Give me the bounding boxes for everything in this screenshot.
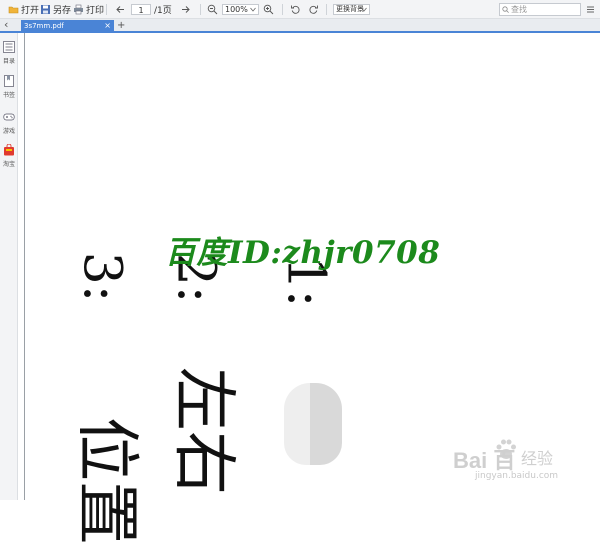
page-edge — [24, 33, 25, 500]
watermark-text: 百度ID:zhjr0708 — [165, 235, 441, 271]
change-background-select[interactable]: 更换背景 — [333, 4, 370, 15]
printer-icon — [74, 4, 83, 15]
rotate-right-icon — [309, 5, 318, 14]
rotate-left-button[interactable] — [290, 0, 301, 19]
page-total: /1页 — [154, 6, 172, 16]
sidebar-item-label: 书签 — [2, 92, 15, 99]
search-placeholder: 查找 — [511, 5, 527, 14]
document-line-5: 位置 — [69, 417, 143, 545]
toolbar-divider — [282, 4, 283, 15]
open-label: 打开 — [21, 6, 40, 16]
toolbar-divider — [326, 4, 327, 15]
search-icon — [502, 6, 509, 13]
folder-icon — [8, 6, 19, 14]
zoom-out-icon — [207, 4, 218, 15]
gamepad-icon — [3, 113, 15, 121]
sidebar: 目录 书签 游戏 淘宝 — [0, 33, 18, 500]
zoom-select[interactable]: 100% — [222, 4, 259, 15]
background-label: 更换背景 — [336, 5, 364, 13]
tab-document[interactable]: 3s7mm.pdf × — [21, 20, 114, 32]
save-as-button[interactable]: 另存 — [40, 0, 71, 19]
chevron-down-icon — [361, 7, 367, 12]
search-input[interactable]: 查找 — [499, 3, 581, 16]
save-icon — [41, 5, 50, 14]
zoom-out-button[interactable] — [207, 0, 218, 19]
sidebar-item-taobao[interactable]: 淘宝 — [0, 143, 18, 168]
tab-bar: ‹ 3s7mm.pdf × + — [0, 17, 600, 33]
sidebar-item-label: 游戏 — [2, 128, 15, 135]
shopping-bag-icon — [4, 143, 14, 156]
sidebar-item-label: 目录 — [2, 58, 15, 65]
print-label: 打印 — [86, 6, 105, 16]
toolbar-divider — [200, 4, 201, 15]
tab-label: 3s7mm.pdf — [24, 22, 64, 30]
toolbar-divider — [106, 4, 107, 15]
sidebar-item-label: 淘宝 — [2, 161, 15, 168]
page-number-input[interactable]: 1 — [131, 4, 151, 15]
sidebar-item-games[interactable]: 游戏 — [0, 111, 18, 135]
rotate-left-icon — [291, 5, 300, 14]
zoom-value: 100% — [225, 5, 248, 14]
sidebar-item-contents[interactable]: 目录 — [0, 41, 18, 65]
jingyan-url: jingyan.baidu.com — [475, 471, 559, 481]
new-tab-button[interactable]: + — [117, 19, 125, 32]
print-button[interactable]: 打印 — [73, 0, 104, 19]
list-icon — [3, 41, 15, 53]
baidu-jingyan-watermark: Bai 百 经验 jingyan.baidu.com — [453, 439, 573, 485]
next-page-button[interactable] — [180, 0, 191, 19]
prev-page-button[interactable] — [115, 0, 126, 19]
arrow-left-icon — [116, 6, 124, 13]
rotate-right-button[interactable] — [308, 0, 319, 19]
sidebar-item-bookmarks[interactable]: 书签 — [0, 75, 18, 99]
zoom-in-icon — [263, 4, 274, 15]
sidebar-collapse-button[interactable]: ‹ — [4, 17, 8, 31]
toolbar: 打开 另存 打印 1 /1页 100% 更换背景 查找 — [0, 0, 600, 19]
document-line-3: 3: — [71, 251, 132, 303]
jingyan-label: 经验 — [521, 449, 554, 468]
chevron-down-icon — [250, 7, 256, 12]
arrow-right-icon — [182, 6, 190, 13]
hamburger-menu-icon — [587, 6, 594, 13]
document-line-4: 左右 — [166, 367, 240, 495]
bookmark-icon — [4, 75, 14, 87]
zoom-in-button[interactable] — [263, 0, 274, 19]
save-as-label: 另存 — [53, 6, 72, 16]
options-button[interactable] — [586, 0, 595, 19]
open-button[interactable]: 打开 — [8, 0, 39, 19]
close-icon[interactable]: × — [104, 20, 111, 32]
page-blur-mark — [284, 383, 342, 465]
